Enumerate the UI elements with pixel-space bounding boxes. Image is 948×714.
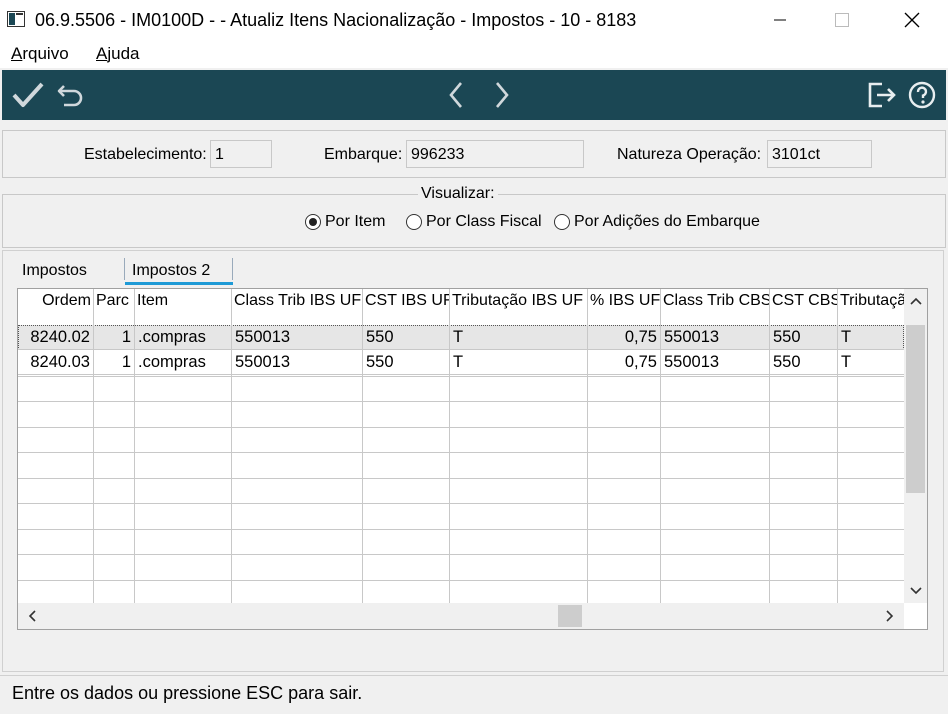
col-header-cst-cbs[interactable]: CST CBS [770, 289, 838, 313]
col-header-item[interactable]: Item [135, 289, 232, 313]
radio-por-adicoes[interactable]: Por Adições do Embarque [554, 213, 760, 231]
title-bar: 06.9.5506 - IM0100D - - Atualiz Itens Na… [0, 0, 948, 40]
menu-ajuda-mnemonic: A [96, 44, 108, 63]
col-header-class-trib-cbs[interactable]: Class Trib CBS [661, 289, 770, 313]
radio-selected-icon [305, 214, 321, 230]
col-header-tributacao-cbs[interactable]: Tributaçã [838, 289, 904, 313]
scroll-right-button[interactable] [878, 603, 902, 629]
menu-arquivo[interactable]: Arquivo [11, 44, 69, 64]
chevron-right-icon [496, 82, 509, 108]
cell-parc: 1 [94, 325, 135, 350]
menu-bar [0, 40, 948, 68]
col-header-class-trib-ibs-uf[interactable]: Class Trib IBS UF [232, 289, 363, 313]
chevron-right-icon [886, 610, 894, 622]
toolbar [2, 70, 946, 120]
cell-pct-ibs-uf: 0,75 [588, 350, 661, 375]
col-header-pct-ibs-uf[interactable]: % IBS UF [588, 289, 661, 313]
tab-divider-left [124, 258, 125, 280]
estabelecimento-label: Estabelecimento: [84, 146, 207, 163]
cell-pct-ibs-uf: 0,75 [588, 325, 661, 350]
cell-item: .compras [135, 350, 232, 375]
natureza-operacao-label: Natureza Operação: [617, 146, 762, 163]
cell-class-trib-ibs-uf: 550013 [232, 350, 363, 375]
col-header-cst-ibs-uf[interactable]: CST IBS UF [363, 289, 450, 313]
chevron-left-icon [28, 610, 36, 622]
cell-tributacao-cbs: T [838, 325, 904, 350]
vertical-scrollbar[interactable] [904, 289, 927, 603]
natureza-operacao-field[interactable]: 3101ct [767, 140, 872, 168]
confirm-button[interactable] [8, 70, 48, 120]
radio-unselected-icon [554, 214, 570, 230]
app-icon [7, 10, 25, 28]
chevron-left-icon [449, 82, 462, 108]
menu-ajuda[interactable]: Ajuda [96, 44, 139, 64]
tab-divider-right [232, 258, 233, 280]
cell-class-trib-cbs: 550013 [661, 325, 770, 350]
radio-por-adicoes-label: Por Adições do Embarque [574, 213, 760, 230]
embarque-field[interactable]: 996233 [406, 140, 584, 168]
chevron-down-icon [909, 587, 922, 595]
table-row[interactable]: 8240.03 1 .compras 550013 550 T 0,75 550… [18, 350, 904, 375]
tab-impostos[interactable]: Impostos [22, 262, 87, 280]
close-button[interactable] [888, 0, 936, 40]
scroll-left-button[interactable] [20, 603, 44, 629]
undo-button[interactable] [52, 70, 90, 120]
cell-tributacao-cbs: T [838, 350, 904, 375]
tab-impostos-2[interactable]: Impostos 2 [132, 262, 210, 280]
help-icon [908, 81, 936, 109]
cell-cst-cbs: 550 [770, 325, 838, 350]
cell-cst-ibs-uf: 550 [363, 325, 450, 350]
vertical-scroll-thumb[interactable] [906, 325, 925, 493]
cell-class-trib-cbs: 550013 [661, 350, 770, 375]
estabelecimento-field[interactable]: 1 [210, 140, 272, 168]
radio-por-class-fiscal-label: Por Class Fiscal [426, 213, 542, 230]
table-row[interactable]: 8240.02 1 .compras 550013 550 T 0,75 550… [18, 325, 904, 350]
radio-unselected-icon [406, 214, 422, 230]
cell-ordem: 8240.02 [18, 325, 94, 350]
embarque-label: Embarque: [324, 146, 403, 163]
help-button[interactable] [904, 70, 940, 120]
check-icon [12, 82, 44, 107]
previous-button[interactable] [442, 70, 472, 120]
radio-por-item-label: Por Item [325, 213, 386, 230]
minimize-icon [774, 19, 786, 21]
radio-por-class-fiscal[interactable]: Por Class Fiscal [406, 213, 542, 231]
scroll-up-button[interactable] [904, 289, 927, 313]
maximize-button[interactable] [818, 0, 866, 40]
maximize-icon [835, 13, 849, 27]
cell-parc: 1 [94, 350, 135, 375]
data-grid: Ordem Parc Item Class Trib IBS UF CST IB… [17, 288, 928, 630]
cell-cst-cbs: 550 [770, 350, 838, 375]
visualizar-label: Visualizar: [418, 185, 498, 203]
cell-ordem: 8240.03 [18, 350, 94, 375]
scroll-down-button[interactable] [904, 579, 927, 603]
cell-class-trib-ibs-uf: 550013 [232, 325, 363, 350]
undo-icon [57, 85, 83, 107]
exit-button[interactable] [864, 70, 900, 120]
cell-tributacao-ibs-uf: T [450, 350, 588, 375]
status-text: Entre os dados ou pressione ESC para sai… [12, 683, 363, 703]
exit-icon [868, 82, 896, 108]
horizontal-scrollbar[interactable] [18, 603, 904, 629]
cell-cst-ibs-uf: 550 [363, 350, 450, 375]
minimize-button[interactable] [756, 0, 804, 40]
col-header-parc[interactable]: Parc [94, 289, 135, 313]
col-header-ordem[interactable]: Ordem [18, 289, 94, 313]
cell-tributacao-ibs-uf: T [450, 325, 588, 350]
cell-item: .compras [135, 325, 232, 350]
radio-por-item[interactable]: Por Item [305, 213, 385, 231]
chevron-up-icon [909, 297, 922, 305]
col-header-tributacao-ibs-uf[interactable]: Tributação IBS UF [450, 289, 588, 313]
active-tab-indicator [125, 282, 233, 285]
window-title: 06.9.5506 - IM0100D - - Atualiz Itens Na… [35, 10, 637, 30]
menu-arquivo-label: rquivo [22, 44, 69, 63]
next-button[interactable] [486, 70, 516, 120]
close-icon [904, 12, 920, 28]
menu-ajuda-label: juda [107, 44, 140, 63]
menu-arquivo-mnemonic: A [11, 44, 23, 63]
horizontal-scroll-thumb[interactable] [558, 605, 582, 627]
